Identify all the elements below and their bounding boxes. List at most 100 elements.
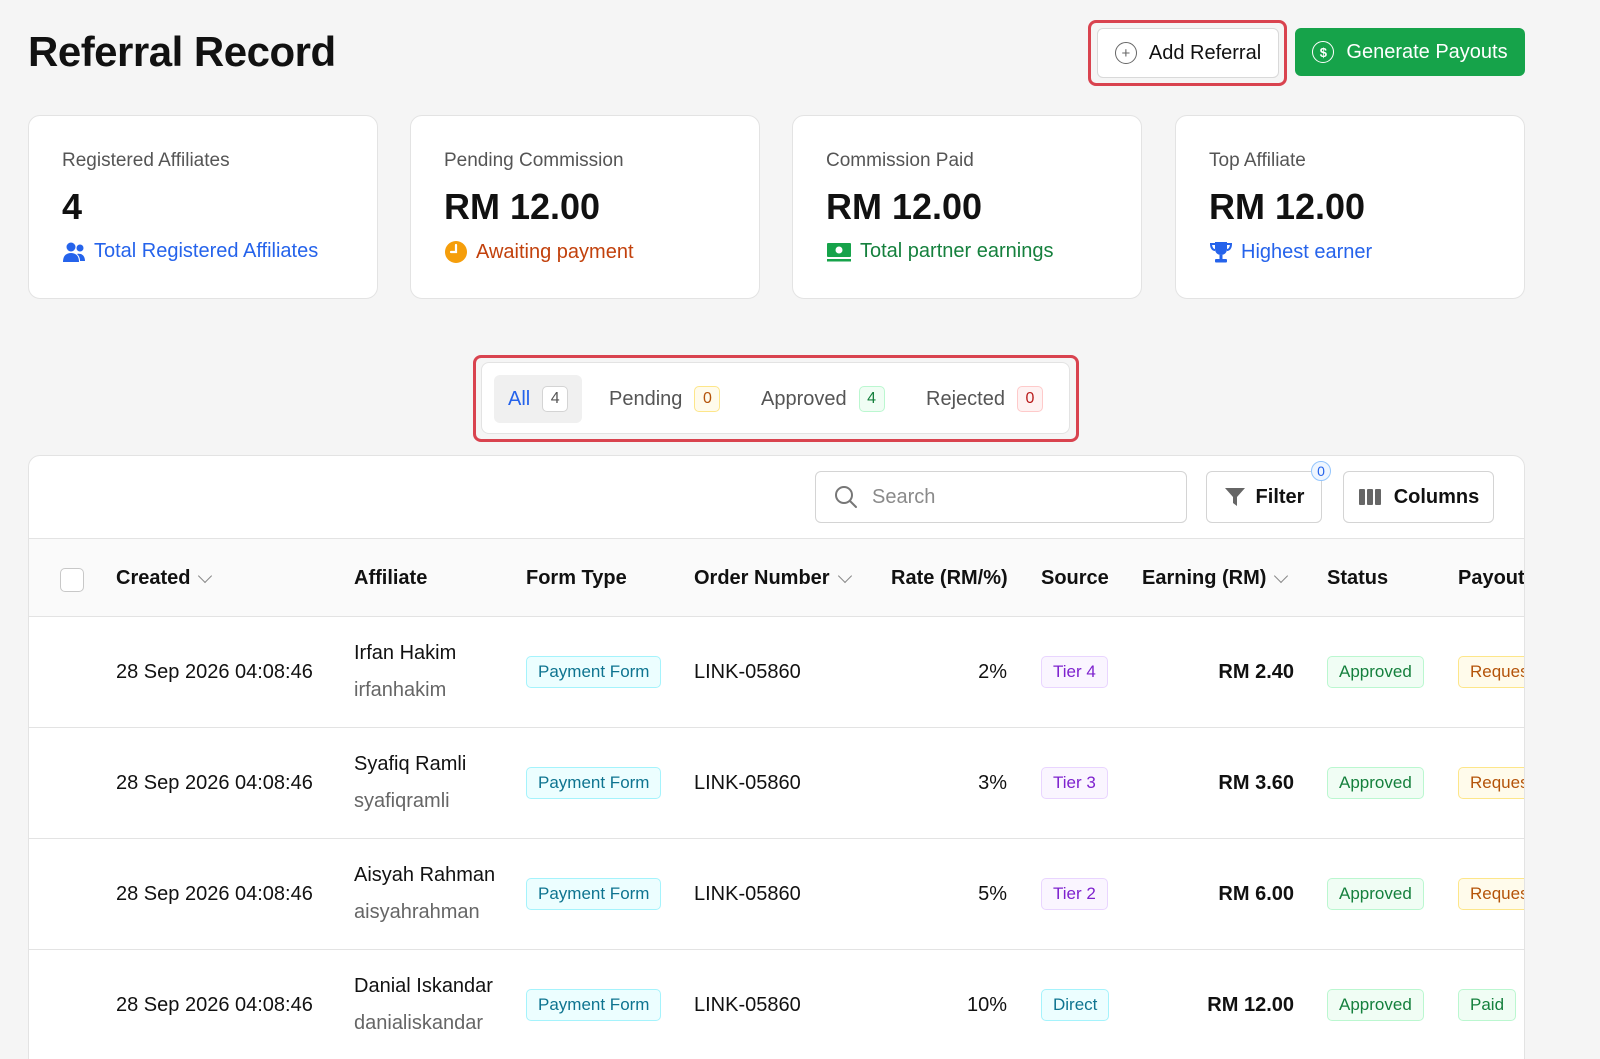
- affiliate-name: Danial Iskandar: [354, 975, 493, 997]
- cell-order-number: LINK-05860: [694, 993, 801, 1016]
- tab-rejected[interactable]: Rejected 0: [926, 375, 1043, 423]
- cell-created: 28 Sep 2026 04:08:46: [116, 993, 313, 1016]
- card-value: RM 12.00: [444, 186, 601, 227]
- column-label: Affiliate: [354, 566, 428, 589]
- cell-order-number: LINK-05860: [694, 882, 801, 905]
- card-label: Commission Paid: [826, 150, 974, 171]
- affiliate-username: danialiskandar: [354, 1012, 483, 1034]
- column-header-order-number[interactable]: Order Number: [694, 539, 852, 617]
- tab-count-badge: 4: [542, 386, 569, 412]
- column-label: Created: [116, 566, 191, 589]
- status-badge: Approved: [1327, 878, 1424, 910]
- card-value: RM 12.00: [1209, 186, 1366, 227]
- referral-table: Filter 0 Columns Created Affiliate Form …: [28, 455, 1525, 1059]
- select-all-checkbox[interactable]: [60, 568, 84, 592]
- column-header-payout: Payout: [1458, 539, 1525, 617]
- column-header-earning[interactable]: Earning (RM): [1142, 539, 1289, 617]
- payout-badge: Paid: [1458, 989, 1517, 1021]
- tab-count-badge: 0: [694, 386, 721, 412]
- chevron-down-icon: [1274, 568, 1289, 583]
- column-header-affiliate: Affiliate: [354, 539, 427, 617]
- column-label: Status: [1327, 566, 1389, 589]
- cell-rate: 5%: [978, 882, 1007, 905]
- card-value: 4: [62, 186, 83, 227]
- filter-label: Filter: [1255, 485, 1305, 508]
- table-header: Created Affiliate Form Type Order Number…: [29, 539, 1524, 617]
- cell-affiliate: Irfan Hakim irfanhakim: [354, 617, 456, 727]
- column-label: Source: [1041, 566, 1109, 589]
- cell-affiliate: Syafiq Ramli syafiqramli: [354, 728, 466, 838]
- payout-badge: Reques: [1458, 656, 1524, 688]
- cell-created: 28 Sep 2026 04:08:46: [116, 882, 313, 905]
- form-type-badge: Payment Form: [526, 878, 662, 910]
- highlight-box-add: [1088, 20, 1287, 86]
- card-foot-text: Highest earner: [1241, 240, 1373, 263]
- column-label: Payout: [1458, 566, 1525, 589]
- filter-count-badge: 0: [1311, 461, 1331, 481]
- users-icon: [63, 242, 85, 262]
- card-registered-affiliates: Registered Affiliates 4 Total Registered…: [28, 115, 378, 299]
- column-label: Order Number: [694, 566, 830, 589]
- cell-rate: 10%: [966, 993, 1007, 1016]
- status-badge: Approved: [1327, 989, 1424, 1021]
- column-header-source: Source: [1041, 539, 1109, 617]
- column-label: Rate (RM/%): [891, 566, 1008, 589]
- filter-icon: [1224, 488, 1245, 506]
- form-type-badge: Payment Form: [526, 767, 662, 799]
- table-row[interactable]: 28 Sep 2026 04:08:46 Syafiq Ramli syafiq…: [29, 728, 1524, 839]
- cell-earning: RM 12.00: [1207, 993, 1294, 1016]
- card-value: RM 12.00: [826, 186, 983, 227]
- chevron-down-icon: [837, 568, 852, 583]
- search-icon: [835, 486, 857, 508]
- card-foot-text: Awaiting payment: [476, 240, 634, 263]
- tab-pending[interactable]: Pending 0: [609, 375, 721, 423]
- table-row[interactable]: 28 Sep 2026 04:08:46 Aisyah Rahman aisya…: [29, 839, 1524, 950]
- payout-badge: Reques: [1458, 878, 1524, 910]
- card-top-affiliate: Top Affiliate RM 12.00 Highest earner: [1175, 115, 1525, 299]
- source-badge: Tier 4: [1041, 656, 1108, 688]
- table-toolbar: Filter 0 Columns: [29, 456, 1524, 539]
- card-label: Pending Commission: [444, 150, 624, 171]
- affiliate-name: Aisyah Rahman: [354, 864, 496, 886]
- columns-icon: [1358, 489, 1381, 505]
- tab-count-badge: 4: [858, 386, 885, 412]
- card-foot-text: Total partner earnings: [860, 240, 1054, 262]
- cell-earning: RM 3.60: [1218, 771, 1294, 794]
- columns-label: Columns: [1393, 485, 1480, 508]
- payout-badge: Reques: [1458, 767, 1524, 799]
- cell-affiliate: Danial Iskandar danialiskandar: [354, 950, 493, 1059]
- affiliate-username: irfanhakim: [354, 679, 447, 701]
- affiliate-username: syafiqramli: [354, 790, 450, 812]
- column-header-status: Status: [1327, 539, 1388, 617]
- cell-earning: RM 6.00: [1218, 882, 1294, 905]
- cell-earning: RM 2.40: [1218, 660, 1294, 683]
- status-tabs: All 4 Pending 0 Approved 4 Rejected 0: [481, 362, 1070, 434]
- affiliate-name: Irfan Hakim: [354, 642, 457, 664]
- column-header-rate: Rate (RM/%): [891, 539, 1008, 617]
- page-title: Referral Record: [28, 28, 336, 75]
- columns-button[interactable]: Columns: [1343, 471, 1494, 523]
- table-row[interactable]: 28 Sep 2026 04:08:46 Danial Iskandar dan…: [29, 950, 1524, 1059]
- tab-label: All: [508, 387, 531, 410]
- form-type-badge: Payment Form: [526, 989, 662, 1021]
- column-label: Earning (RM): [1142, 566, 1267, 589]
- status-badge: Approved: [1327, 656, 1424, 688]
- search-box[interactable]: [815, 471, 1187, 523]
- cell-created: 28 Sep 2026 04:08:46: [116, 771, 313, 794]
- tab-all[interactable]: All 4: [494, 375, 583, 423]
- table-row[interactable]: 28 Sep 2026 04:08:46 Irfan Hakim irfanha…: [29, 617, 1524, 728]
- cell-created: 28 Sep 2026 04:08:46: [116, 660, 313, 683]
- generate-payouts-button[interactable]: $ Generate Payouts: [1295, 28, 1525, 76]
- search-input[interactable]: [872, 485, 1162, 509]
- card-foot-text: Total Registered Affiliates: [94, 240, 319, 262]
- source-badge: Tier 3: [1041, 767, 1108, 799]
- source-badge: Tier 2: [1041, 878, 1108, 910]
- filter-button[interactable]: Filter: [1206, 471, 1322, 523]
- card-label: Top Affiliate: [1209, 150, 1306, 171]
- money-icon: [827, 242, 851, 261]
- tab-approved[interactable]: Approved 4: [761, 375, 885, 423]
- affiliate-name: Syafiq Ramli: [354, 753, 467, 775]
- trophy-icon: [1209, 242, 1233, 263]
- column-header-created[interactable]: Created: [116, 539, 213, 617]
- cell-affiliate: Aisyah Rahman aisyahrahman: [354, 839, 495, 949]
